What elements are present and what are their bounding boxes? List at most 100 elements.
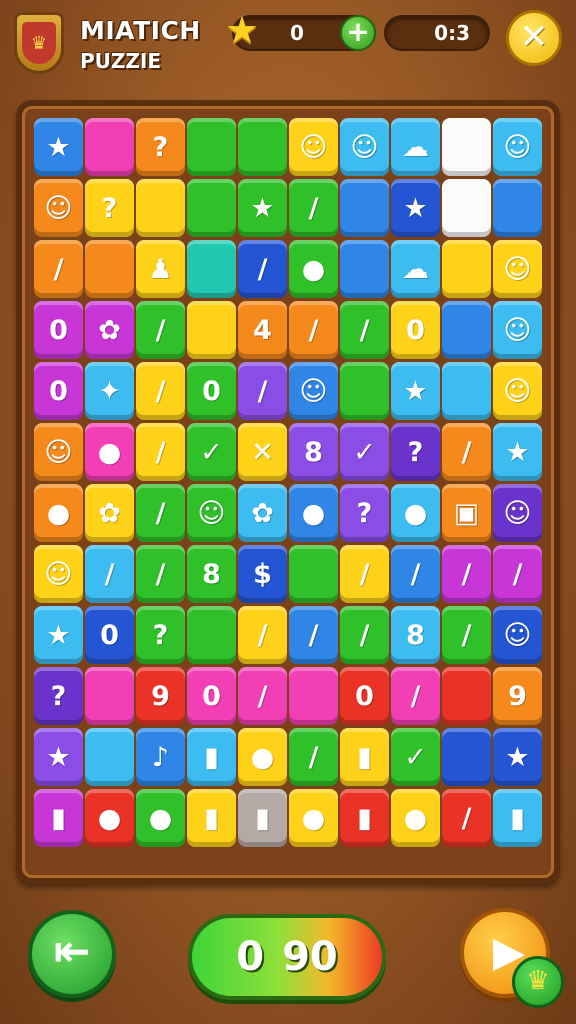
tile-r11-c10[interactable]: ★	[493, 728, 542, 786]
tile-r1-c6[interactable]: ☺	[289, 118, 338, 176]
tile-r5-c7[interactable]	[340, 362, 389, 420]
tile-r7-c3[interactable]: /	[136, 484, 185, 542]
tile-r8-c5[interactable]: $	[238, 545, 287, 603]
back-button[interactable]: ⇤	[28, 910, 116, 998]
tile-r2-c2[interactable]: ?	[85, 179, 134, 237]
tile-r10-c8[interactable]: /	[391, 667, 440, 725]
tile-r1-c1[interactable]: ★	[34, 118, 83, 176]
tile-r8-c6[interactable]	[289, 545, 338, 603]
tile-r8-c9[interactable]: /	[442, 545, 491, 603]
tile-r4-c8[interactable]: 0	[391, 301, 440, 359]
tile-r7-c10[interactable]: ☺	[493, 484, 542, 542]
tile-r2-c4[interactable]	[187, 179, 236, 237]
tile-r1-c10[interactable]: ☺	[493, 118, 542, 176]
tile-r12-c7[interactable]: ▮	[340, 789, 389, 847]
tile-r10-c1[interactable]: ?	[34, 667, 83, 725]
tile-r8-c1[interactable]: ☺	[34, 545, 83, 603]
tile-r1-c8[interactable]: ☁	[391, 118, 440, 176]
tile-r7-c6[interactable]: ●	[289, 484, 338, 542]
tile-r12-c8[interactable]: ●	[391, 789, 440, 847]
tile-r6-c1[interactable]: ☺	[34, 423, 83, 481]
tile-r3-c1[interactable]: /	[34, 240, 83, 298]
tile-r12-c6[interactable]: ●	[289, 789, 338, 847]
tile-r1-c4[interactable]	[187, 118, 236, 176]
tile-r3-c10[interactable]: ☺	[493, 240, 542, 298]
tile-r6-c5[interactable]: ✕	[238, 423, 287, 481]
tile-r9-c2[interactable]: 0	[85, 606, 134, 664]
tile-r12-c4[interactable]: ▮	[187, 789, 236, 847]
tile-r8-c4[interactable]: 8	[187, 545, 236, 603]
tile-r9-c6[interactable]: /	[289, 606, 338, 664]
tile-r9-c1[interactable]: ★	[34, 606, 83, 664]
tile-r5-c3[interactable]: /	[136, 362, 185, 420]
tile-r7-c1[interactable]: ●	[34, 484, 83, 542]
tile-r1-c7[interactable]: ☺	[340, 118, 389, 176]
tile-r3-c4[interactable]	[187, 240, 236, 298]
bonus-badge[interactable]: ♛	[512, 956, 564, 1008]
tile-r7-c9[interactable]: ▣	[442, 484, 491, 542]
tile-r4-c4[interactable]	[187, 301, 236, 359]
tile-r10-c5[interactable]: /	[238, 667, 287, 725]
tile-r9-c10[interactable]: ☺	[493, 606, 542, 664]
tile-r1-c5[interactable]	[238, 118, 287, 176]
tile-r4-c7[interactable]: /	[340, 301, 389, 359]
tile-r5-c1[interactable]: 0	[34, 362, 83, 420]
tile-r10-c10[interactable]: 9	[493, 667, 542, 725]
tile-r4-c1[interactable]: 0	[34, 301, 83, 359]
tile-r12-c5[interactable]: ▮	[238, 789, 287, 847]
tile-r3-c5[interactable]: /	[238, 240, 287, 298]
tile-r10-c2[interactable]	[85, 667, 134, 725]
tile-r4-c5[interactable]: 4	[238, 301, 287, 359]
tile-r11-c2[interactable]	[85, 728, 134, 786]
tile-r11-c1[interactable]: ★	[34, 728, 83, 786]
tile-r12-c9[interactable]: /	[442, 789, 491, 847]
tile-r4-c2[interactable]: ✿	[85, 301, 134, 359]
tile-r3-c8[interactable]: ☁	[391, 240, 440, 298]
tile-r5-c9[interactable]	[442, 362, 491, 420]
tile-r4-c6[interactable]: /	[289, 301, 338, 359]
tile-r7-c7[interactable]: ?	[340, 484, 389, 542]
tile-r3-c6[interactable]: ●	[289, 240, 338, 298]
tile-r3-c9[interactable]	[442, 240, 491, 298]
close-button[interactable]: ✕	[506, 10, 562, 66]
tile-r6-c2[interactable]: ●	[85, 423, 134, 481]
tile-r9-c3[interactable]: ?	[136, 606, 185, 664]
tile-r5-c4[interactable]: 0	[187, 362, 236, 420]
tile-r10-c6[interactable]	[289, 667, 338, 725]
tile-r1-c9[interactable]	[442, 118, 491, 176]
tile-r6-c10[interactable]: ★	[493, 423, 542, 481]
tile-r7-c4[interactable]: ☺	[187, 484, 236, 542]
tile-r5-c8[interactable]: ★	[391, 362, 440, 420]
tile-r11-c7[interactable]: ▮	[340, 728, 389, 786]
tile-r8-c3[interactable]: /	[136, 545, 185, 603]
tile-r9-c4[interactable]	[187, 606, 236, 664]
tile-r6-c8[interactable]: ?	[391, 423, 440, 481]
tile-r8-c8[interactable]: /	[391, 545, 440, 603]
tile-r4-c9[interactable]	[442, 301, 491, 359]
tile-r12-c1[interactable]: ▮	[34, 789, 83, 847]
tile-r11-c3[interactable]: ♪	[136, 728, 185, 786]
tile-r7-c2[interactable]: ✿	[85, 484, 134, 542]
tile-r2-c3[interactable]	[136, 179, 185, 237]
tile-r12-c2[interactable]: ●	[85, 789, 134, 847]
tile-r10-c7[interactable]: 0	[340, 667, 389, 725]
tile-r2-c9[interactable]	[442, 179, 491, 237]
tile-r6-c6[interactable]: 8	[289, 423, 338, 481]
tile-r1-c3[interactable]: ?	[136, 118, 185, 176]
tile-r2-c7[interactable]	[340, 179, 389, 237]
add-stars-button[interactable]: +	[340, 15, 376, 51]
tile-r10-c4[interactable]: 0	[187, 667, 236, 725]
tile-r11-c8[interactable]: ✓	[391, 728, 440, 786]
tile-r8-c2[interactable]: /	[85, 545, 134, 603]
tile-r2-c6[interactable]: /	[289, 179, 338, 237]
tile-r2-c8[interactable]: ★	[391, 179, 440, 237]
tile-r5-c2[interactable]: ✦	[85, 362, 134, 420]
tile-r8-c10[interactable]: /	[493, 545, 542, 603]
tile-r6-c7[interactable]: ✓	[340, 423, 389, 481]
tile-r10-c9[interactable]	[442, 667, 491, 725]
tile-r6-c3[interactable]: /	[136, 423, 185, 481]
tile-r8-c7[interactable]: /	[340, 545, 389, 603]
tile-r11-c6[interactable]: /	[289, 728, 338, 786]
tile-r2-c5[interactable]: ★	[238, 179, 287, 237]
tile-r3-c2[interactable]	[85, 240, 134, 298]
